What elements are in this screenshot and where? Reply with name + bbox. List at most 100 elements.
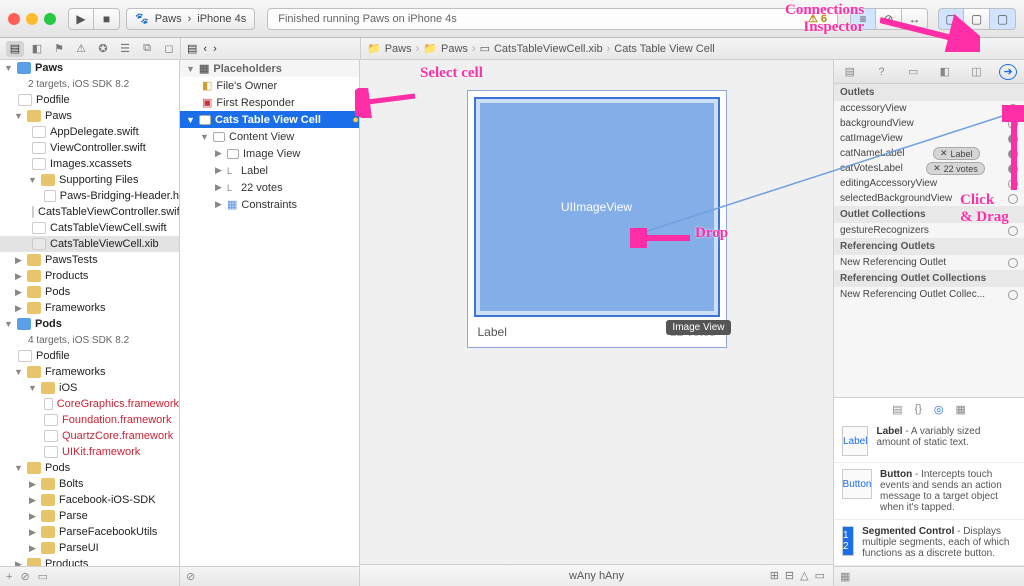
resize-behavior-icon[interactable]: ▭ — [815, 569, 825, 582]
test-navigator-tab[interactable]: ✪ — [94, 41, 112, 57]
tree-folder[interactable]: ▼Pods — [0, 460, 179, 476]
pin-tool-icon[interactable]: ⊟ — [785, 569, 794, 582]
project-navigator-tab[interactable]: ▤ — [6, 41, 24, 57]
object-library-tab[interactable]: ◎ — [934, 403, 944, 416]
tree-folder[interactable]: ▶Pods — [0, 284, 179, 300]
stop-button[interactable]: ■ — [94, 8, 120, 30]
design-surface[interactable]: UIImageView Image View Label 22 votes — [467, 90, 727, 348]
tree-folder[interactable]: ▶ParseUI — [0, 540, 179, 556]
file-templates-tab[interactable]: ▤ — [892, 403, 902, 416]
tree-item[interactable]: Foundation.framework — [0, 412, 179, 428]
outlet-row-connected[interactable]: catNameLabel✕Label — [834, 146, 1024, 161]
tree-folder[interactable]: ▼Supporting Files — [0, 172, 179, 188]
outline-tree[interactable]: ▼▦Placeholders ◧File's Owner ▣First Resp… — [180, 60, 359, 213]
library-item-label[interactable]: Label Label - A variably sized amount of… — [834, 420, 1024, 463]
tree-item-selected[interactable]: CatsTableViewCell.xib — [0, 236, 179, 252]
version-editor-button[interactable]: ↔ — [902, 8, 928, 30]
tree-folder[interactable]: ▼Frameworks — [0, 364, 179, 380]
issues-indicator[interactable]: ⚠ 6 — [808, 12, 827, 25]
align-tool-icon[interactable]: ⊞ — [770, 569, 779, 582]
outline-label[interactable]: ▶LLabel — [180, 162, 359, 179]
history-forward-button[interactable]: › — [213, 43, 217, 55]
jump-segment[interactable]: Paws — [385, 43, 412, 55]
run-button[interactable]: ▶ — [68, 8, 94, 30]
filter-button[interactable]: ⊘ — [186, 570, 195, 583]
tree-folder[interactable]: ▶Products — [0, 556, 179, 566]
tree-item[interactable]: Podfile — [0, 92, 179, 108]
outlet-row[interactable]: gestureRecognizers — [834, 223, 1024, 238]
jump-segment[interactable]: Cats Table View Cell — [614, 43, 714, 55]
zoom-window-button[interactable] — [44, 13, 56, 25]
report-navigator-tab[interactable]: ◻ — [160, 41, 178, 57]
tree-folder[interactable]: ▶ParseFacebookUtils — [0, 524, 179, 540]
uiimageview-placeholder[interactable]: UIImageView — [474, 97, 720, 317]
tree-folder[interactable]: ▶Facebook-iOS-SDK — [0, 492, 179, 508]
assistant-editor-button[interactable]: ⊘ — [876, 8, 902, 30]
outlet-row[interactable]: catImageView — [834, 131, 1024, 146]
outlet-row[interactable]: New Referencing Outlet — [834, 255, 1024, 270]
outlet-row[interactable]: editingAccessoryView — [834, 176, 1024, 191]
tree-item[interactable]: ViewController.swift — [0, 140, 179, 156]
outline-image-view[interactable]: ▶Image View — [180, 145, 359, 162]
outline-label[interactable]: ▶L22 votes — [180, 179, 359, 196]
project-tree[interactable]: ▼Paws 2 targets, iOS SDK 8.2 Podfile ▼Pa… — [0, 60, 179, 566]
interface-builder-canvas[interactable]: UIImageView Image View Label 22 votes wA… — [360, 60, 834, 586]
uilabel[interactable]: Label — [478, 325, 507, 339]
file-inspector-tab[interactable]: ▤ — [841, 64, 859, 80]
debug-navigator-tab[interactable]: ☰ — [116, 41, 134, 57]
outline-content-view[interactable]: ▼Content View — [180, 128, 359, 145]
identity-inspector-tab[interactable]: ▭ — [904, 64, 922, 80]
outline-cell-selected[interactable]: ▼Cats Table View Cell● — [180, 111, 359, 128]
tree-item[interactable]: AppDelegate.swift — [0, 124, 179, 140]
outline-constraints[interactable]: ▶▦Constraints — [180, 196, 359, 213]
tree-item[interactable]: Images.xcassets — [0, 156, 179, 172]
history-back-button[interactable]: ‹ — [203, 43, 207, 55]
standard-editor-button[interactable]: ≡ — [850, 8, 876, 30]
cell-frame[interactable]: UIImageView Image View Label 22 votes — [467, 90, 727, 348]
tree-item[interactable]: CatsTableViewController.swift — [0, 204, 179, 220]
tree-folder[interactable]: ▶Bolts — [0, 476, 179, 492]
minimize-window-button[interactable] — [26, 13, 38, 25]
outline-toggle-icon[interactable]: ▤ — [187, 42, 197, 55]
filter-recent-button[interactable]: ⊘ — [20, 570, 29, 583]
project-root[interactable]: ▼Paws — [0, 60, 179, 76]
tree-folder[interactable]: ▼iOS — [0, 380, 179, 396]
jump-bar[interactable]: 📁 Paws › 📁 Paws › ▭ CatsTableViewCell.xi… — [360, 38, 1024, 59]
outline-files-owner[interactable]: ◧File's Owner — [180, 77, 359, 94]
tree-folder[interactable]: ▶Frameworks — [0, 300, 179, 316]
tree-item[interactable]: CatsTableViewCell.swift — [0, 220, 179, 236]
tree-folder[interactable]: ▼Paws — [0, 108, 179, 124]
outlet-row-connected[interactable]: catVotesLabel✕22 votes — [834, 161, 1024, 176]
resolve-issues-icon[interactable]: △ — [800, 569, 808, 582]
toggle-navigator-button[interactable]: ▢ — [938, 8, 964, 30]
library-item-button[interactable]: Button Button - Intercepts touch events … — [834, 463, 1024, 520]
tree-item[interactable]: QuartzCore.framework — [0, 428, 179, 444]
toggle-utilities-button[interactable]: ▢ — [990, 8, 1016, 30]
outlet-row[interactable]: selectedBackgroundView — [834, 191, 1024, 206]
tree-folder[interactable]: ▶Parse — [0, 508, 179, 524]
outlet-row[interactable]: accessoryView — [834, 101, 1024, 116]
tree-folder[interactable]: ▶Products — [0, 268, 179, 284]
issue-navigator-tab[interactable]: ⚠ — [72, 41, 90, 57]
attributes-inspector-tab[interactable]: ◧ — [936, 64, 954, 80]
size-class-control[interactable]: wAny hAny — [569, 570, 624, 582]
symbol-navigator-tab[interactable]: ◧ — [28, 41, 46, 57]
breakpoint-navigator-tab[interactable]: ⧉ — [138, 41, 156, 57]
outlet-row[interactable]: backgroundView — [834, 116, 1024, 131]
jump-segment[interactable]: Paws — [441, 43, 468, 55]
close-window-button[interactable] — [8, 13, 20, 25]
tree-item[interactable]: Podfile — [0, 348, 179, 364]
tree-folder[interactable]: ▶PawsTests — [0, 252, 179, 268]
view-mode-icon[interactable]: ▦ — [840, 570, 850, 583]
add-button[interactable]: + — [6, 571, 12, 583]
tree-item[interactable]: CoreGraphics.framework — [0, 396, 179, 412]
media-library-tab[interactable]: ▦ — [955, 403, 965, 416]
code-snippets-tab[interactable]: {} — [915, 403, 922, 415]
find-navigator-tab[interactable]: ⚑ — [50, 41, 68, 57]
tree-item[interactable]: Paws-Bridging-Header.h — [0, 188, 179, 204]
quick-help-tab[interactable]: ? — [872, 64, 890, 80]
size-inspector-tab[interactable]: ◫ — [967, 64, 985, 80]
outlet-row[interactable]: New Referencing Outlet Collec... — [834, 287, 1024, 302]
connections-inspector-tab[interactable]: ➜ — [999, 64, 1017, 80]
tree-item[interactable]: UIKit.framework — [0, 444, 179, 460]
